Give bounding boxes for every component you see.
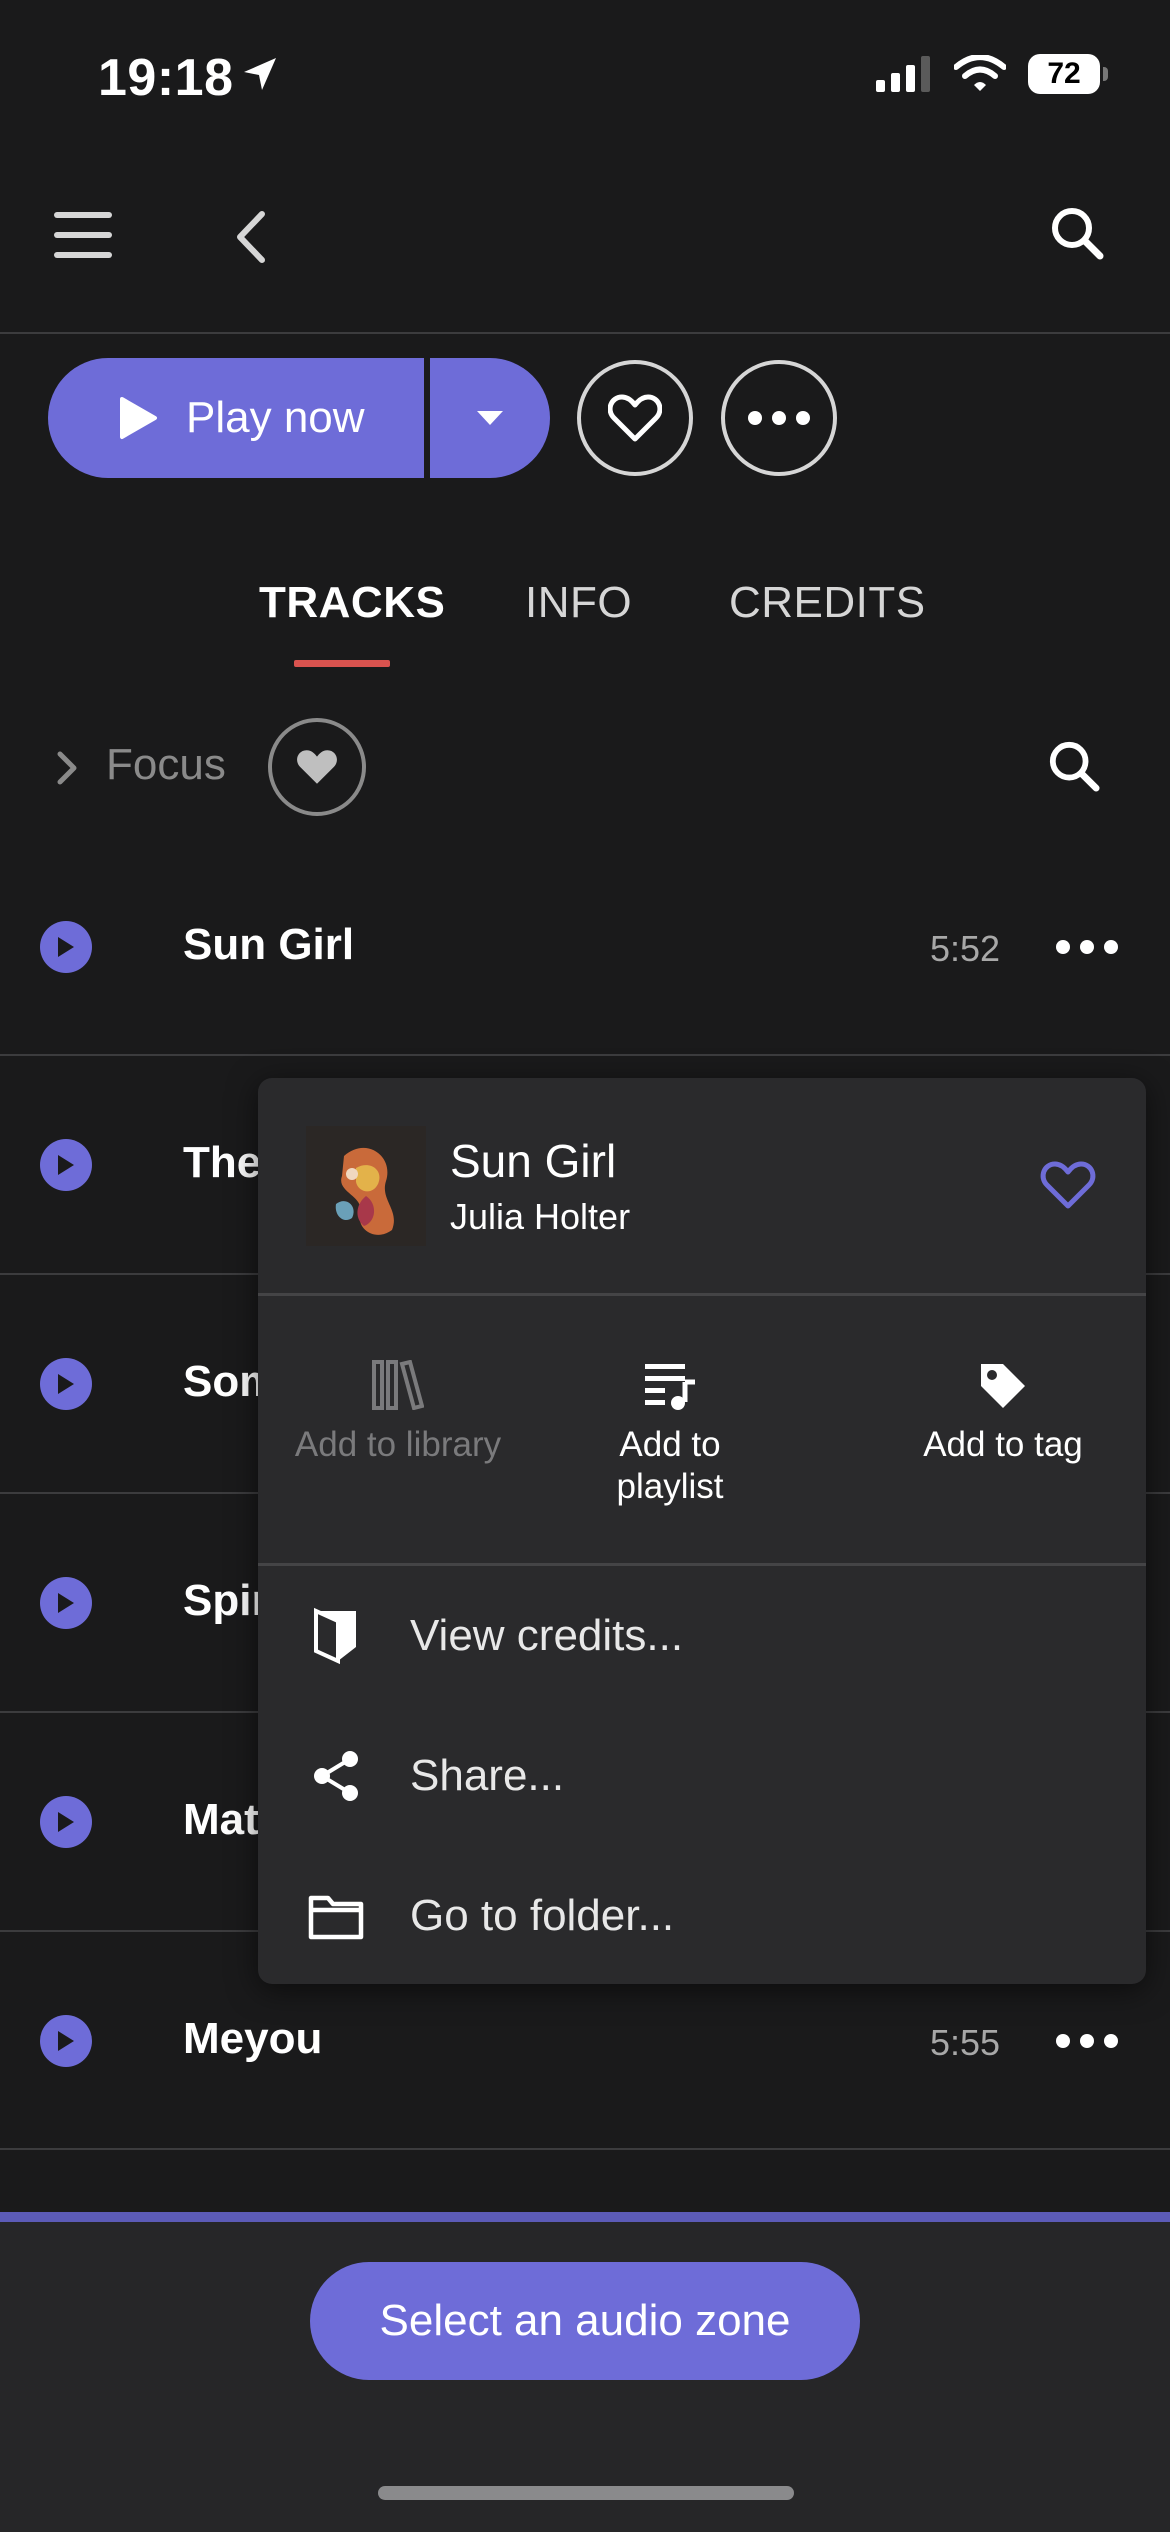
track-context-menu: Sun Girl Julia Holter Add to library Add… (258, 1078, 1146, 1984)
track-title[interactable]: Sun Girl (183, 920, 354, 970)
play-track-button[interactable] (40, 1796, 92, 1848)
row-divider (0, 1054, 1170, 1056)
play-icon (58, 2031, 74, 2051)
cellular-signal-icon (876, 56, 930, 92)
play-icon (120, 397, 157, 439)
chevron-left-icon[interactable] (234, 210, 268, 264)
ellipsis-icon (748, 411, 810, 425)
play-track-button[interactable] (40, 1139, 92, 1191)
play-options-dropdown[interactable] (430, 358, 550, 478)
play-icon (58, 1374, 74, 1394)
track-more-button[interactable] (1056, 2034, 1118, 2048)
share-item[interactable]: Share... (306, 1746, 564, 1806)
focus-filter-label[interactable]: Focus (106, 740, 226, 790)
share-label: Share... (410, 1751, 565, 1800)
status-indicators: 72 (876, 54, 1108, 94)
favorite-button[interactable] (577, 360, 693, 476)
tag-icon (981, 1364, 1025, 1408)
row-divider (0, 2148, 1170, 2150)
home-indicator (378, 2486, 794, 2500)
add-to-tag-label: Add to tag (923, 1425, 1083, 1464)
wifi-icon (954, 55, 1006, 91)
battery-indicator: 72 (1028, 54, 1108, 94)
popup-artist-name: Julia Holter (450, 1196, 631, 1237)
heart-outline-icon (608, 394, 662, 442)
track-duration: 5:55 (930, 2022, 1001, 2063)
playlist-add-icon (645, 1364, 695, 1410)
track-title[interactable]: The (183, 1138, 261, 1188)
add-to-library-button[interactable]: Add to library (288, 1360, 508, 1466)
track-title[interactable]: Spir (183, 1576, 269, 1626)
add-to-playlist-label: Add to playlist (616, 1425, 724, 1506)
play-icon (58, 1812, 74, 1832)
view-credits-label: View credits... (410, 1611, 684, 1660)
view-credits-item[interactable]: View credits... (306, 1606, 683, 1666)
more-options-button[interactable] (721, 360, 837, 476)
track-more-button[interactable] (1056, 940, 1118, 954)
search-icon[interactable] (1050, 206, 1104, 260)
location-arrow-icon (244, 58, 276, 90)
go-to-folder-label: Go to folder... (410, 1891, 675, 1940)
play-now-button[interactable]: Play now (48, 358, 424, 478)
zone-accent-line (0, 2212, 1170, 2222)
folder-icon (308, 1895, 364, 1940)
credits-icon (314, 1607, 356, 1665)
add-to-tag-button[interactable]: Add to tag (898, 1360, 1108, 1466)
go-to-folder-item[interactable]: Go to folder... (306, 1886, 674, 1946)
track-title[interactable]: Meyou (183, 2014, 322, 2064)
popup-divider (258, 1293, 1146, 1296)
add-to-library-label: Add to library (294, 1425, 502, 1464)
header-divider (0, 332, 1170, 334)
share-icon (314, 1751, 358, 1801)
track-duration: 5:52 (930, 928, 1001, 969)
popup-divider (258, 1563, 1146, 1566)
add-to-playlist-button[interactable]: Add to playlist (590, 1360, 750, 1508)
album-art (306, 1126, 426, 1246)
library-icon (372, 1360, 424, 1410)
status-time: 19:18 (98, 49, 234, 107)
heart-filled-icon (297, 750, 337, 784)
select-audio-zone-button[interactable]: Select an audio zone (310, 2262, 860, 2380)
play-icon (58, 1593, 74, 1613)
popup-track-title: Sun Girl (450, 1135, 617, 1187)
chevron-right-icon[interactable] (56, 750, 78, 786)
tab-info[interactable]: INFO (525, 578, 632, 628)
hamburger-icon[interactable] (54, 210, 112, 260)
tab-credits[interactable]: CREDITS (729, 578, 926, 628)
play-icon (58, 937, 74, 957)
track-search-icon[interactable] (1048, 740, 1100, 792)
favorites-filter-button[interactable] (268, 718, 366, 816)
favorite-track-icon[interactable] (1040, 1160, 1096, 1210)
tab-tracks[interactable]: TRACKS (259, 578, 445, 628)
caret-down-icon (477, 411, 503, 425)
play-track-button[interactable] (40, 921, 92, 973)
play-track-button[interactable] (40, 1577, 92, 1629)
play-track-button[interactable] (40, 1358, 92, 1410)
play-icon (58, 1155, 74, 1175)
track-title[interactable]: Mat (183, 1795, 259, 1845)
active-tab-indicator (294, 660, 390, 667)
play-now-label: Play now (186, 393, 365, 442)
play-track-button[interactable] (40, 2015, 92, 2067)
